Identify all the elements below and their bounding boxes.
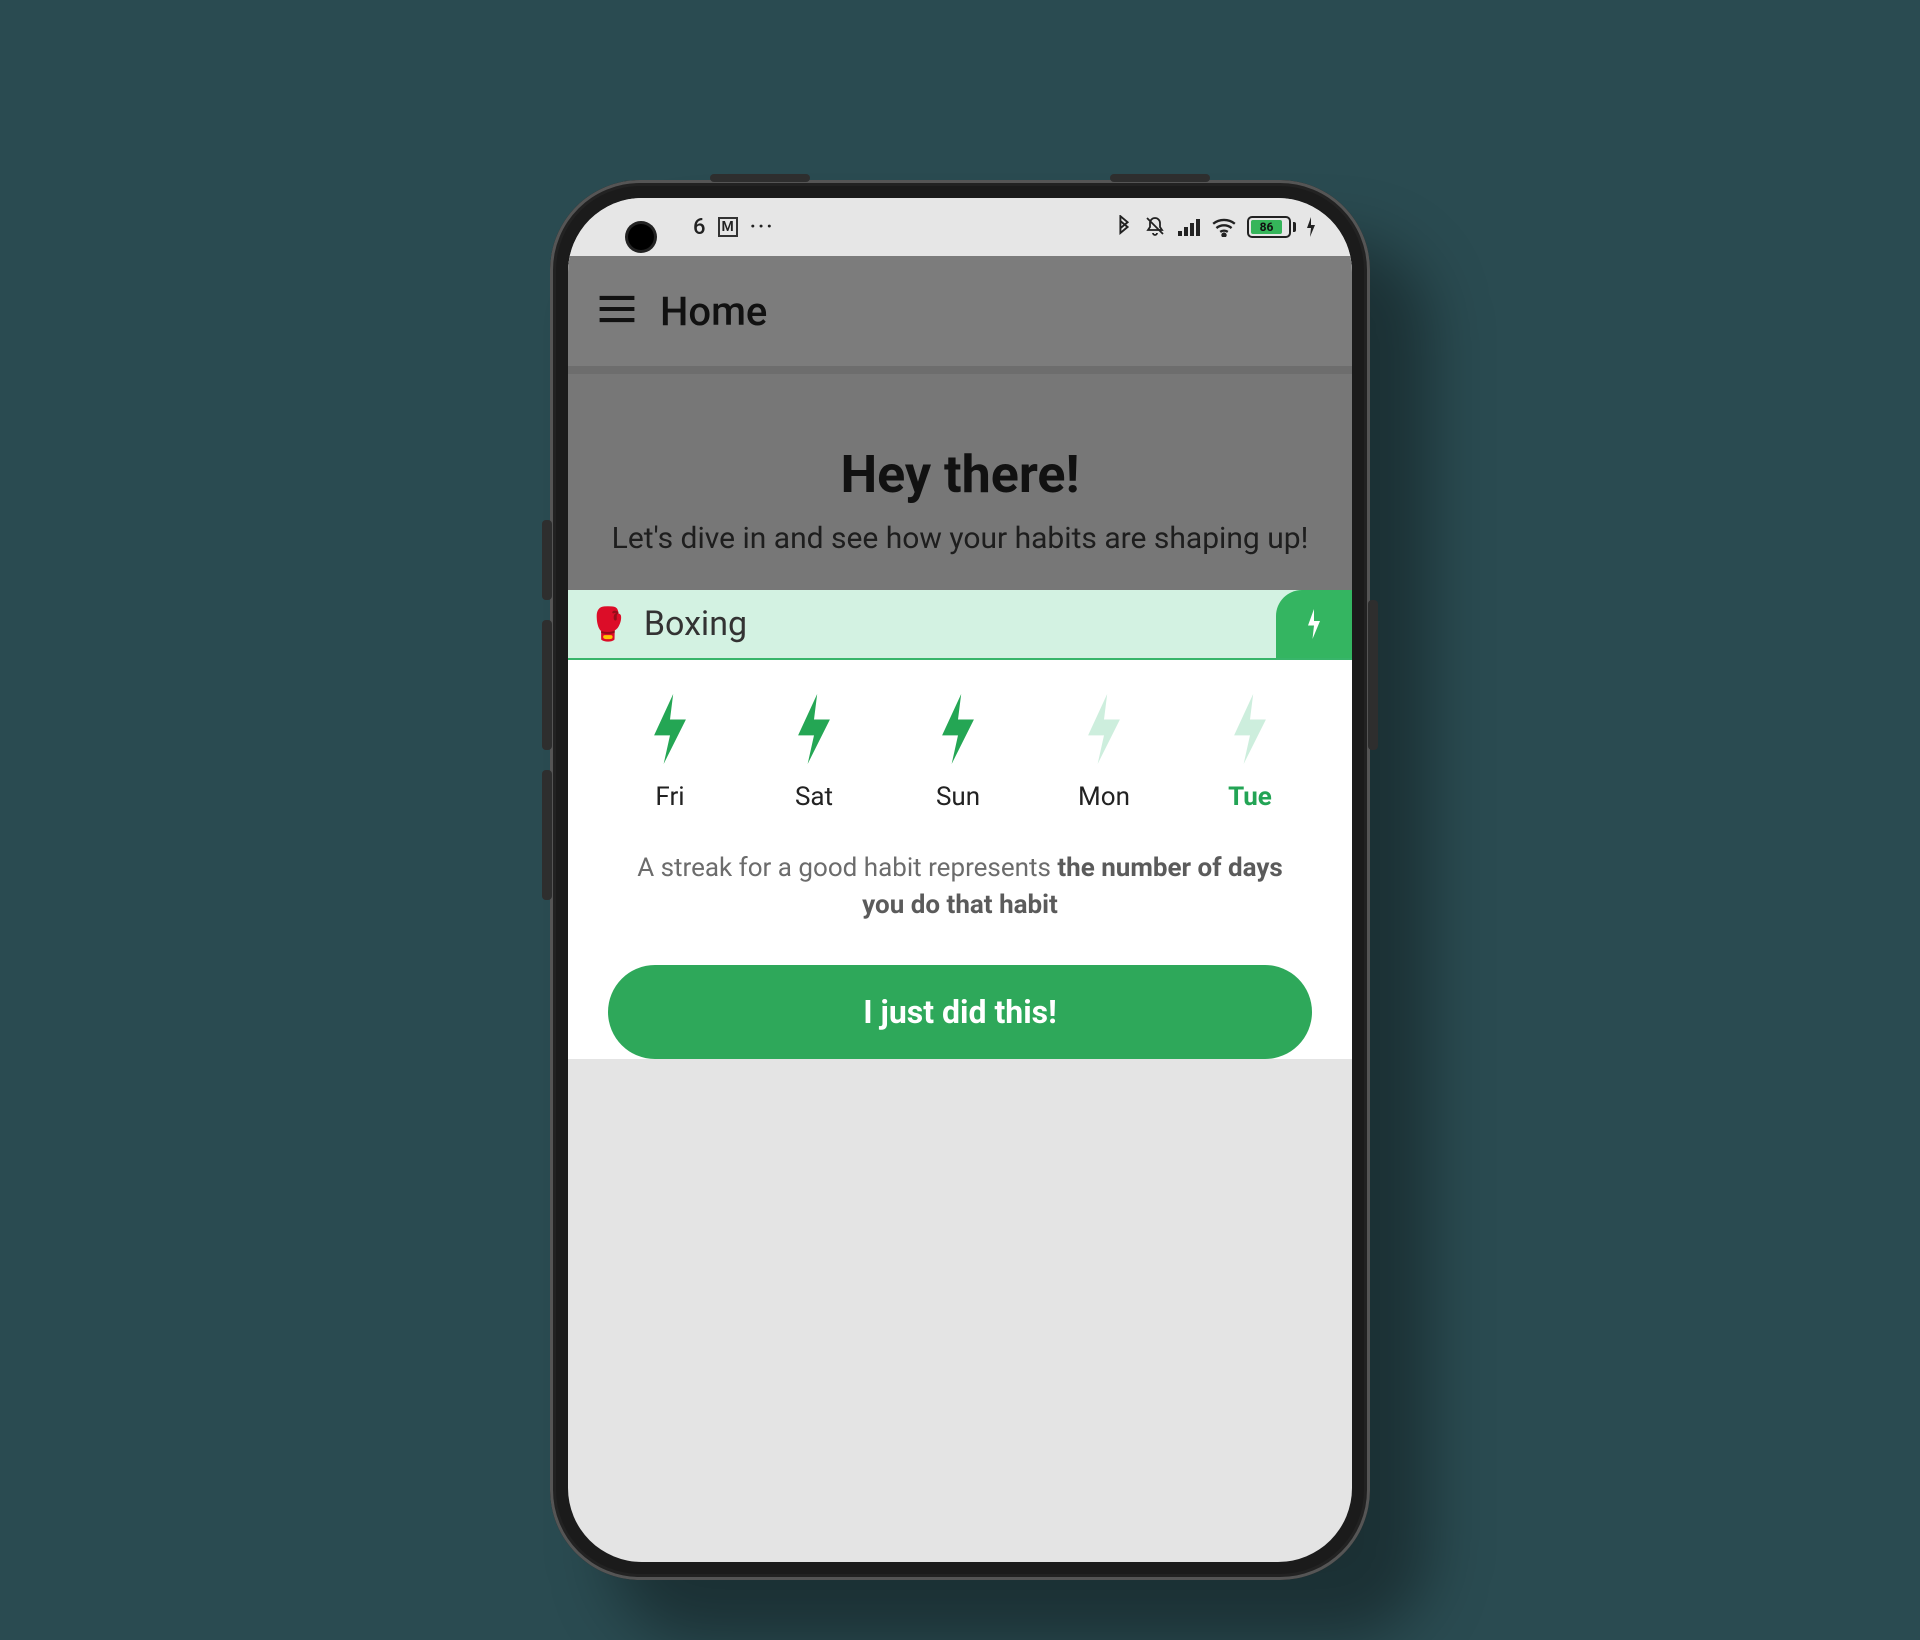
phone-volume-up <box>542 620 552 750</box>
streak-day-tue[interactable]: Tue <box>1226 694 1274 812</box>
streak-day-label: Sun <box>936 782 980 812</box>
phone-frame: 176 M ··· <box>550 180 1370 1580</box>
bolt-icon <box>646 694 694 768</box>
status-time: 176 <box>668 215 706 240</box>
bolt-icon <box>1226 694 1274 768</box>
bolt-icon <box>1080 694 1128 768</box>
mute-icon <box>1143 215 1167 239</box>
habit-name: Boxing <box>644 604 747 644</box>
battery-indicator: 86 <box>1247 216 1296 238</box>
phone-side-button <box>542 520 552 600</box>
phone-volume-down <box>542 770 552 900</box>
bluetooth-icon <box>1115 215 1133 239</box>
streak-info: A streak for a good habit represents the… <box>568 832 1352 955</box>
signal-icon <box>1177 217 1201 237</box>
streak-day-label: Tue <box>1228 782 1272 812</box>
bolt-icon <box>934 694 982 768</box>
boxing-glove-icon: 🥊 <box>588 605 628 643</box>
status-bar: 176 M ··· <box>568 198 1352 256</box>
habit-header[interactable]: 🥊 Boxing <box>568 590 1352 660</box>
greeting-sub: Let's dive in and see how your habits ar… <box>598 519 1322 560</box>
background-overlay[interactable]: Home Hey there! Let's dive in and see ho… <box>568 256 1352 590</box>
streak-day-label: Sat <box>795 782 833 812</box>
phone-top-button-right <box>1110 174 1210 182</box>
habit-sheet: 🥊 Boxing Fri Sat Sun Mon Tue A streak for a … <box>568 590 1352 1059</box>
streak-day-sat[interactable]: Sat <box>790 694 838 812</box>
gmail-icon: M <box>718 217 738 237</box>
streak-row: Fri Sat Sun Mon Tue <box>568 660 1352 832</box>
more-notifications-icon: ··· <box>750 215 775 240</box>
bolt-icon <box>790 694 838 768</box>
phone-power-button <box>1368 600 1378 750</box>
wifi-icon <box>1211 217 1237 237</box>
screen: 176 M ··· <box>568 198 1352 1562</box>
greeting-block: Hey there! Let's dive in and see how you… <box>568 374 1352 590</box>
divider <box>568 366 1352 374</box>
greeting-heading: Hey there! <box>598 444 1322 505</box>
page-title: Home <box>660 288 767 335</box>
front-camera <box>628 224 654 250</box>
i-just-did-this-button[interactable]: I just did this! <box>608 965 1312 1059</box>
streak-day-fri[interactable]: Fri <box>646 694 694 812</box>
charging-icon <box>1306 217 1316 237</box>
menu-icon[interactable] <box>598 294 636 328</box>
streak-day-sun[interactable]: Sun <box>934 694 982 812</box>
streak-day-mon[interactable]: Mon <box>1078 694 1130 812</box>
app-header: Home <box>568 256 1352 366</box>
phone-top-button-left <box>710 174 810 182</box>
streak-flag[interactable] <box>1276 590 1352 658</box>
streak-day-label: Fri <box>655 782 684 812</box>
streak-day-label: Mon <box>1078 782 1130 812</box>
